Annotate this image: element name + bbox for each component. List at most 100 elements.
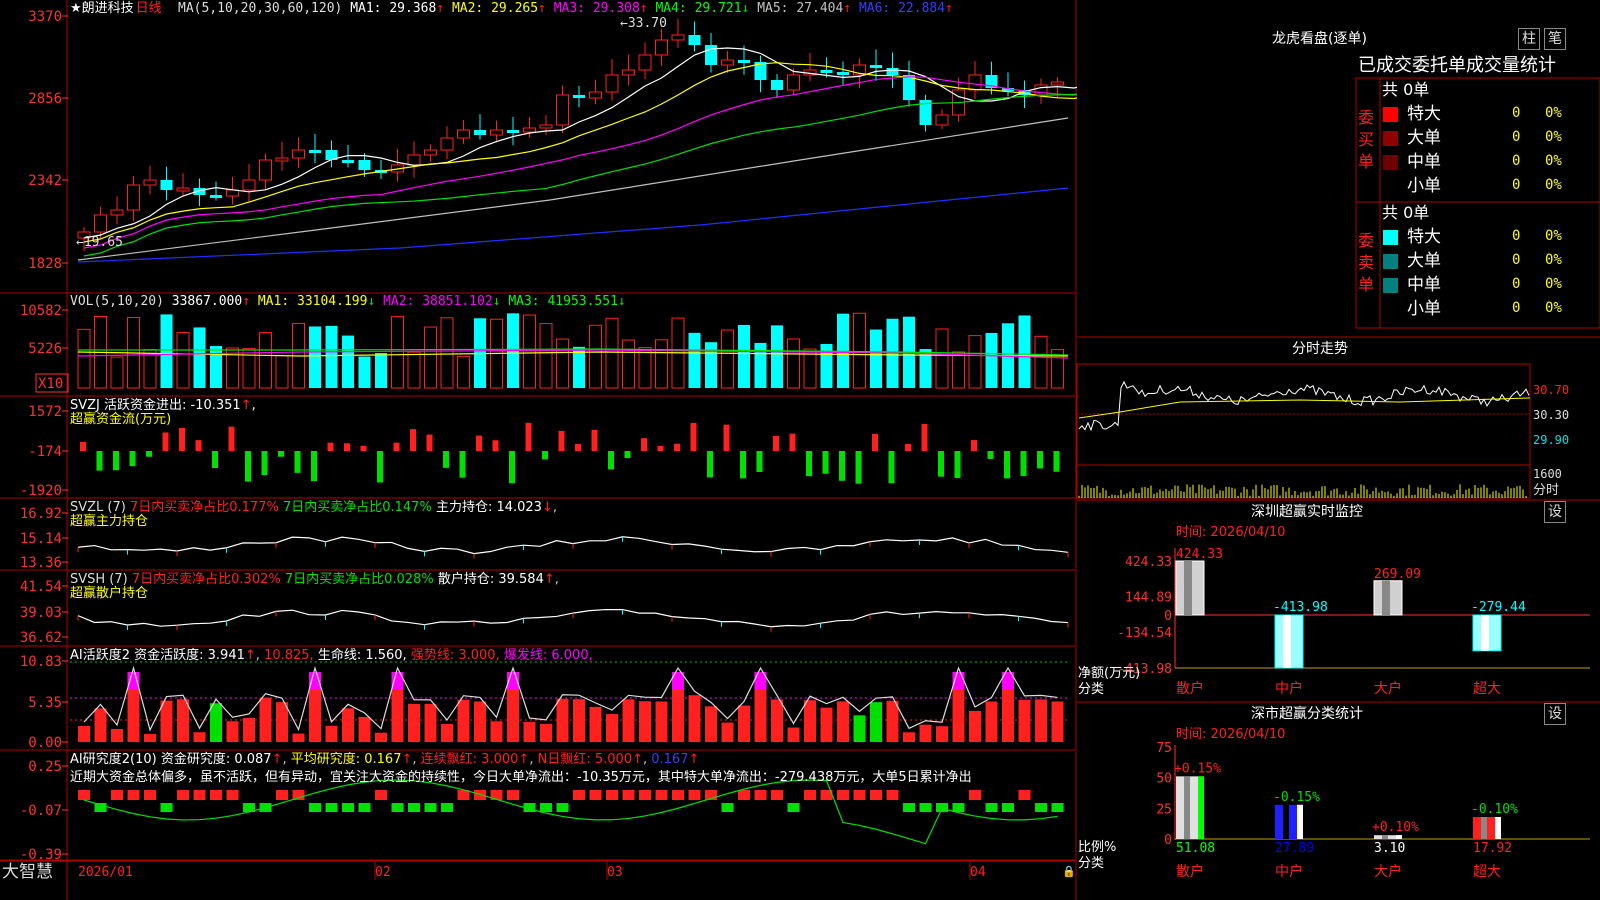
svzj-bar <box>113 451 119 471</box>
vol-value: 33867.000 <box>171 294 243 309</box>
candle-up <box>968 74 982 91</box>
activity-bar <box>738 705 750 742</box>
svzj-bar <box>162 432 169 451</box>
activity-bar <box>936 726 948 742</box>
class-bar-edge <box>1198 776 1204 839</box>
sz-monitor-settings-button[interactable]: 设 <box>1544 501 1566 523</box>
class-change-label: -0.10% <box>1471 802 1518 817</box>
research-bar <box>1035 803 1047 812</box>
buy-total: 共 0单 <box>1382 80 1430 99</box>
y-tick-label: 36.62 <box>20 630 62 646</box>
candle-up <box>242 179 256 191</box>
monitor-value-label: 269.09 <box>1374 567 1421 582</box>
activity-bar <box>919 724 932 742</box>
date-label-jan: 2026/01 <box>78 865 133 880</box>
activity-bar <box>292 733 305 742</box>
research-bar <box>952 803 965 812</box>
svzl-b: 7日内买卖净占比0.147% <box>282 500 432 515</box>
activity-bar <box>1018 699 1031 742</box>
svzj-bar <box>261 451 268 476</box>
activity-bar <box>837 701 849 742</box>
research-bar <box>325 803 338 812</box>
vol-bar <box>176 332 190 389</box>
research-bar <box>441 803 453 812</box>
sz-class-settings-button[interactable]: 设 <box>1544 703 1566 725</box>
y-tick-label: 41.54 <box>20 579 62 595</box>
sz-monitor-time: 时间: 2026/04/10 <box>1176 525 1286 540</box>
tab-tick[interactable]: 笔 <box>1544 28 1566 50</box>
vol-bar <box>342 335 354 388</box>
svzj-bar <box>212 451 218 469</box>
research-bar <box>738 790 750 800</box>
activity-bar <box>688 695 701 742</box>
class-value-label: 17.92 <box>1473 841 1512 856</box>
y-tick-label: 39.03 <box>20 605 62 621</box>
candle-down <box>771 80 783 90</box>
ma-arrow-2: ↓ <box>492 294 501 309</box>
period-label[interactable]: 日线 <box>136 1 162 16</box>
y-tick-label: 1572 <box>28 404 62 420</box>
sell-row-value: 0 <box>1512 276 1521 292</box>
class-bar-shade <box>1382 835 1388 839</box>
ai-act-a: 资金活跃度: 3.941 <box>134 648 245 663</box>
ma-item-3: MA3: 41953.551 <box>508 294 618 309</box>
vol-bar <box>193 327 206 388</box>
activity-bar <box>342 708 354 742</box>
ai-commentary: 近期大资金总体偏多，虽不活跃，但有异动，宜关注大资金的持续性，今日大单净流出：-… <box>70 770 972 785</box>
star-icon[interactable]: ★ <box>70 1 82 16</box>
svzj-title: SVZJ 活跃资金进出: -10.351 <box>70 398 241 413</box>
class-category-label: 中户 <box>1275 863 1303 880</box>
activity-bar <box>94 708 107 742</box>
candle-up <box>110 209 124 216</box>
candle-up <box>259 159 272 181</box>
svzj-bar <box>344 443 350 451</box>
activity-bar <box>804 700 816 742</box>
sell-row-percent: 0% <box>1545 228 1562 244</box>
brand-logo: 大智慧 <box>2 862 53 882</box>
ma-arrow-4: ↓ <box>741 1 750 16</box>
svsh-b: 7日内买卖净占比0.028% <box>284 572 434 587</box>
candle-up <box>671 34 685 41</box>
lock-icon[interactable]: 🔒 <box>1062 864 1076 879</box>
candle-up <box>490 129 503 136</box>
ai-act-e: 爆发线: 6.000, <box>503 648 593 663</box>
candle-up <box>655 39 668 56</box>
ma-item-1: MA1: 33104.199 <box>257 294 368 309</box>
vol-bar <box>820 343 833 388</box>
svzj-bar <box>509 451 515 484</box>
sell-row-value: 0 <box>1512 252 1521 268</box>
dragon-title: 龙虎看盘(逐单) <box>1272 31 1367 47</box>
intraday-price-mid: 30.30 <box>1533 408 1570 422</box>
candle-down <box>705 45 717 65</box>
ma-item-6: MA6: 22.884 <box>858 1 946 16</box>
sell-row-label: 特大 <box>1407 227 1441 247</box>
candle-down <box>820 70 833 73</box>
ai-act-c: 生命线: 1.560, <box>317 648 407 663</box>
ai-res-d: N日飘红: 5.000 <box>537 752 633 767</box>
monitor-bar-shade <box>1184 561 1192 615</box>
ma-arrow-1: ↑ <box>436 1 445 16</box>
tab-bar[interactable]: 柱 <box>1518 28 1540 50</box>
research-bar <box>1002 803 1014 812</box>
buy-swatch <box>1383 131 1398 146</box>
candle-up <box>539 124 553 129</box>
ai-res-name: AI研究度2(10) <box>70 752 157 767</box>
svzj-bar <box>459 451 466 478</box>
y-tick-label: 1828 <box>28 256 62 272</box>
class-bar-edge <box>1396 835 1402 839</box>
monitor-category-label: 超大 <box>1473 681 1501 697</box>
activity-bar <box>540 723 552 742</box>
vol-bar <box>688 332 701 388</box>
monitor-y-tick: -134.54 <box>1117 626 1172 641</box>
svzj-bar <box>690 422 697 451</box>
research-bar <box>309 803 321 812</box>
svzj-bar <box>443 451 449 468</box>
candle-up <box>1051 81 1064 86</box>
y-tick-label: -1920 <box>20 483 62 499</box>
vol-bar <box>589 324 602 389</box>
ma-item-2: MA2: 38851.102 <box>383 294 493 309</box>
vol-bar <box>968 335 982 389</box>
activity-bar <box>441 724 453 742</box>
ai-res-e: 0.167 <box>651 752 689 767</box>
ma-item-1: MA1: 29.368 <box>350 1 437 16</box>
